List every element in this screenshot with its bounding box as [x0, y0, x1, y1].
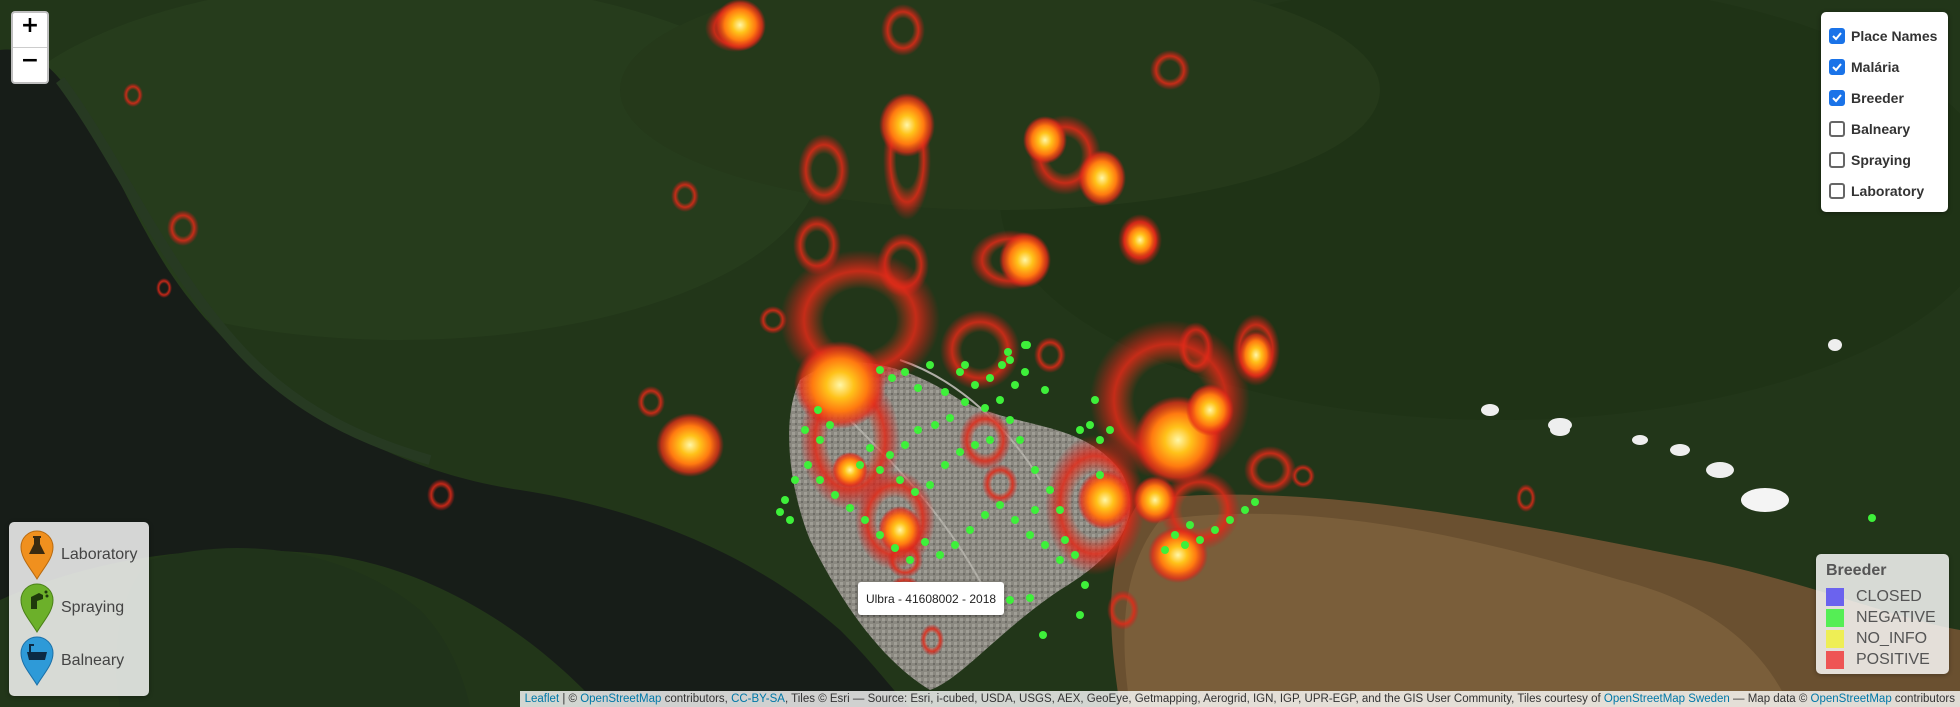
layer-toggle-place-names[interactable]: Place Names — [1829, 20, 1942, 51]
flask-icon — [20, 530, 54, 580]
map-container[interactable]: + − Place Names Malária Breeder Balneary… — [0, 0, 1960, 707]
map-tooltip: Ulbra - 41608002 - 2018 — [858, 582, 1004, 615]
legend-item-laboratory[interactable]: Laboratory — [19, 530, 138, 580]
osm-link[interactable]: OpenStreetMap — [580, 693, 661, 705]
spray-icon — [20, 583, 54, 633]
legend-item-positive: POSITIVE — [1826, 650, 1930, 670]
osm-link-2[interactable]: OpenStreetMap — [1811, 693, 1892, 705]
attribution-text: — Map data © — [1729, 693, 1811, 705]
checkbox-checked-icon[interactable] — [1829, 27, 1845, 44]
cc-by-sa-link[interactable]: CC-BY-SA — [731, 693, 785, 705]
legend-item-no-info: NO_INFO — [1826, 629, 1927, 649]
color-swatch — [1826, 588, 1844, 606]
legend-item-balneary[interactable]: Balneary — [19, 636, 124, 686]
legend-title: Breeder — [1826, 562, 1887, 579]
checkbox-unchecked-icon[interactable] — [1829, 120, 1845, 137]
zoom-in-button[interactable]: + — [13, 13, 47, 47]
layer-toggle-malaria[interactable]: Malária — [1829, 51, 1942, 82]
checkbox-checked-icon[interactable] — [1829, 58, 1845, 75]
bathtub-icon — [20, 636, 54, 686]
legend-item-closed: CLOSED — [1826, 587, 1922, 607]
layers-control: Place Names Malária Breeder Balneary Spr… — [1821, 12, 1948, 212]
zoom-out-button[interactable]: − — [13, 47, 47, 82]
layer-toggle-laboratory[interactable]: Laboratory — [1829, 175, 1942, 206]
attribution-text: , Tiles © Esri — Source: Esri, i-cubed, … — [784, 693, 1604, 705]
attribution-text: | © — [559, 693, 581, 705]
checkbox-checked-icon[interactable] — [1829, 89, 1845, 106]
zoom-control: + − — [11, 11, 49, 84]
legend-item-spraying[interactable]: Spraying — [19, 583, 124, 633]
poi-legend: Laboratory Spraying Balneary — [9, 522, 149, 696]
layer-label: Place Names — [1851, 27, 1938, 44]
attribution-bar: Leaflet | © OpenStreetMap contributors , … — [519, 691, 1960, 707]
leaflet-link[interactable]: Leaflet — [525, 693, 560, 705]
attribution-text: contributors, — [661, 693, 732, 705]
layer-toggle-spraying[interactable]: Spraying — [1829, 144, 1942, 175]
layer-label: Breeder — [1851, 89, 1904, 106]
color-swatch — [1826, 609, 1844, 627]
layer-toggle-balneary[interactable]: Balneary — [1829, 113, 1942, 144]
layer-label: Balneary — [1851, 120, 1911, 137]
color-swatch — [1826, 630, 1844, 648]
checkbox-unchecked-icon[interactable] — [1829, 151, 1845, 168]
layer-label: Malária — [1851, 58, 1900, 75]
osm-sweden-link[interactable]: OpenStreetMap Sweden — [1604, 693, 1730, 705]
legend-item-negative: NEGATIVE — [1826, 608, 1936, 628]
color-swatch — [1826, 651, 1844, 669]
layer-toggle-breeder[interactable]: Breeder — [1829, 82, 1942, 113]
attribution-text: contributors — [1891, 693, 1955, 705]
checkbox-unchecked-icon[interactable] — [1829, 182, 1845, 199]
breeder-legend: Breeder CLOSED NEGATIVE NO_INFO POSITIVE — [1816, 554, 1949, 674]
layer-label: Laboratory — [1851, 182, 1925, 199]
layer-label: Spraying — [1851, 151, 1911, 168]
